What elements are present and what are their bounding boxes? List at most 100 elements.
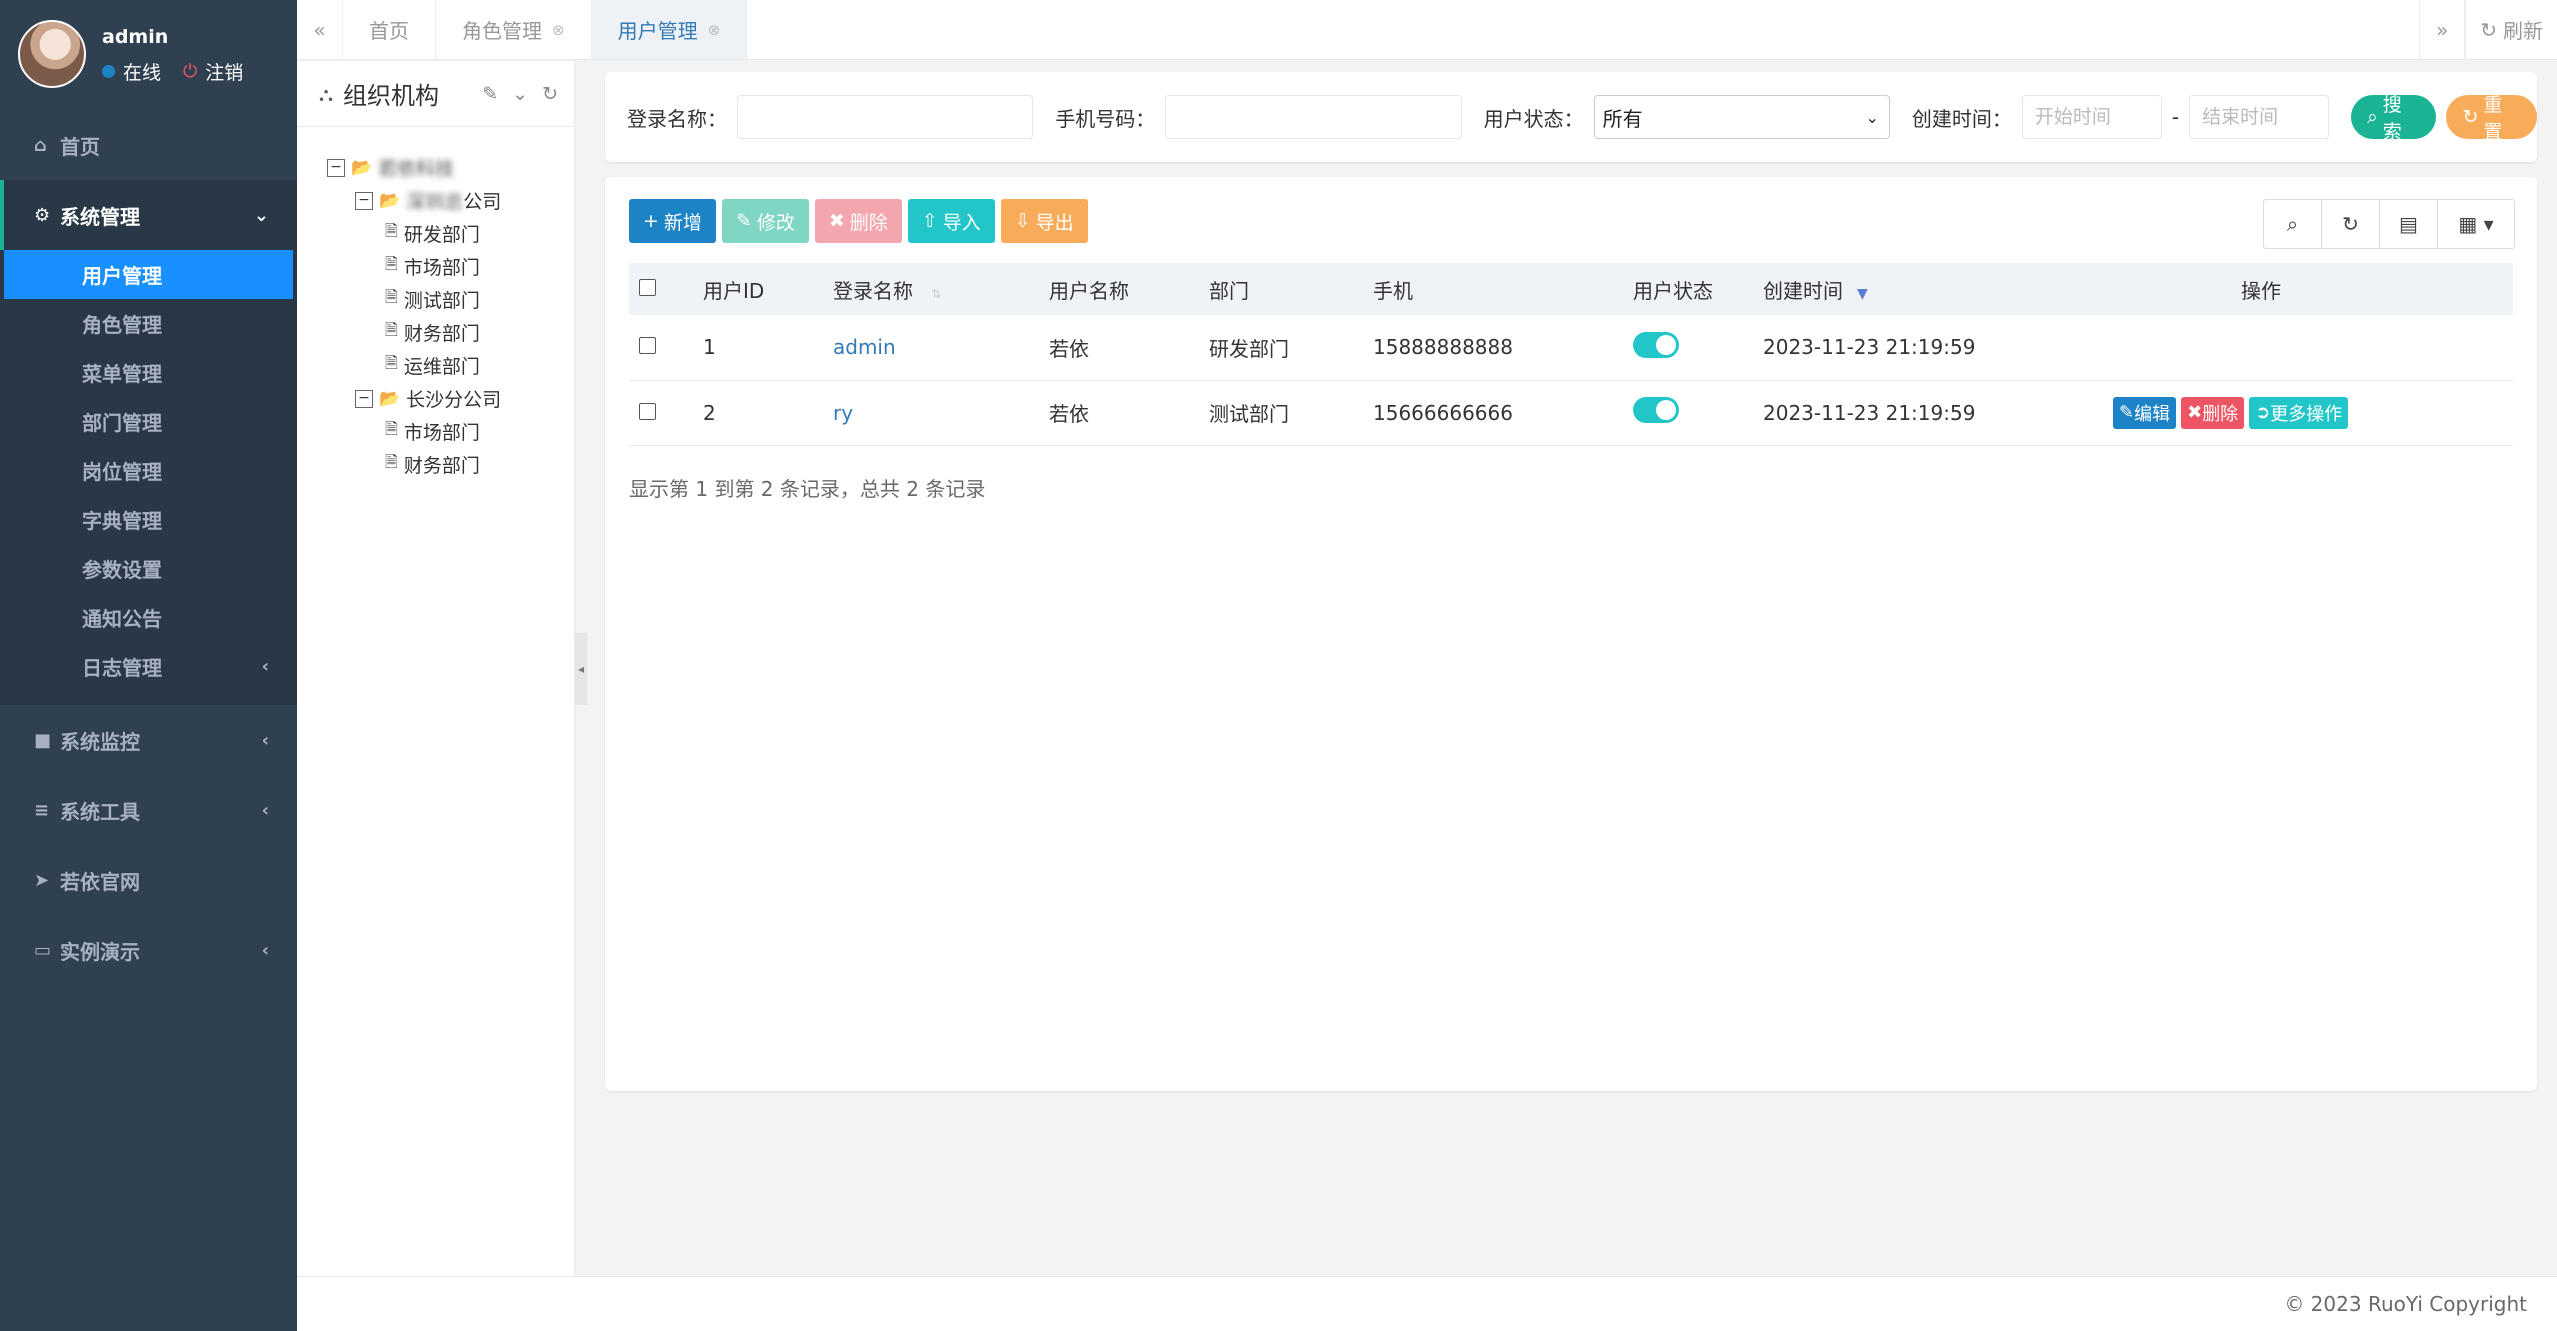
nav-system-monitor-label: 系统监控 (60, 729, 140, 754)
search-form: 登录名称： 手机号码： 用户状态： 所有 ⌄ 创建时间： - ⌕ 搜索 ↻ 重置 (605, 72, 2538, 162)
sidebar-item-dict-management[interactable]: 字典管理 (0, 495, 297, 544)
sidebar-item-user-management[interactable]: 用户管理 (4, 250, 293, 299)
tree-node[interactable]: 🗎 财务部门 (327, 448, 501, 481)
tree-node[interactable]: 🗎 财务部门 (327, 316, 501, 349)
tab-user-management-label: 用户管理 (617, 19, 698, 43)
select-all-checkbox[interactable] (639, 279, 656, 296)
file-icon: 🗎 (385, 254, 398, 273)
tree-node[interactable]: − 📂 若依科技 (327, 151, 501, 184)
logout-link[interactable]: 注销 (205, 58, 243, 85)
edit-button-label: 修改 (756, 211, 795, 234)
range-separator: - (2171, 105, 2180, 129)
nav-ruoyi-website[interactable]: ➤ 若依官网 (0, 845, 297, 915)
pagination-info: 显示第 1 到第 2 条记录，总共 2 条记录 (629, 477, 986, 501)
tab-scroll-right-icon[interactable]: » (2419, 0, 2466, 59)
collapse-icon[interactable]: − (355, 191, 373, 210)
sidebar-item-post-management[interactable]: 岗位管理 (0, 446, 297, 495)
refresh-icon[interactable]: ↻ (542, 83, 558, 105)
tree-collapse-handle[interactable]: ◂ (575, 633, 587, 705)
nav-system-management[interactable]: ⚙ 系统管理 ⌄ (0, 180, 297, 250)
tree-node-label: 运维部门 (403, 356, 480, 378)
nav-home[interactable]: ⌂ 首页 (0, 110, 297, 180)
reset-button[interactable]: ↻ 重置 (2446, 94, 2538, 143)
search-button[interactable]: ⌕ 搜索 (2351, 94, 2437, 143)
edit-icon[interactable]: ✎ (482, 83, 498, 105)
col-user-name: 用户名称 (1049, 278, 1129, 303)
refresh-icon: ↻ (2462, 106, 2479, 128)
status-toggle[interactable] (1633, 331, 1679, 358)
tab-role-management[interactable]: 角色管理 ⊗ (436, 0, 592, 59)
phone-input[interactable] (1165, 95, 1462, 139)
chevron-down-icon[interactable]: ⌄ (512, 83, 528, 105)
collapse-icon[interactable]: − (327, 158, 345, 177)
tree-node-label: 市场部门 (403, 422, 480, 444)
cell-created-time: 2023-11-23 21:19:59 (1753, 380, 1999, 446)
tree-node-label: 深圳总公司 (406, 187, 501, 214)
sidebar-item-role-management[interactable]: 角色管理 (0, 299, 297, 348)
tree-node[interactable]: 🗎 市场部门 (327, 250, 501, 283)
sidebar-item-config[interactable]: 参数设置 (0, 544, 297, 593)
tab-scroll-left-icon[interactable]: « (297, 0, 343, 59)
sidebar-item-menu-management[interactable]: 菜单管理 (0, 348, 297, 397)
toggle-view-icon[interactable]: ▤ (2380, 200, 2438, 248)
edit-button[interactable]: ✎ 修改 (721, 199, 809, 243)
import-button[interactable]: ⇧ 导入 (907, 199, 995, 243)
folder-open-icon: 📂 (379, 388, 401, 409)
close-icon[interactable]: ⊗ (708, 21, 721, 39)
sidebar-item-notice[interactable]: 通知公告 (0, 593, 297, 642)
status-select[interactable]: 所有 ⌄ (1593, 95, 1890, 139)
online-status: 在线 (123, 62, 162, 84)
nav-system-tools-label: 系统工具 (60, 799, 140, 824)
close-icon[interactable]: ⊗ (552, 21, 565, 39)
row-delete-button[interactable]: ✖ 删除 (2181, 396, 2245, 429)
tree-node[interactable]: − 📂 深圳总公司 (327, 184, 501, 217)
remove-icon: ✖ (2187, 402, 2203, 423)
tab-home[interactable]: 首页 (343, 0, 436, 59)
tree-node[interactable]: 🗎 研发部门 (327, 217, 501, 250)
refresh-tab-button[interactable]: ↻ 刷新 (2465, 0, 2557, 59)
logout-icon[interactable]: ⏻ (183, 61, 197, 82)
tree-node[interactable]: 🗎 运维部门 (327, 349, 501, 382)
row-checkbox[interactable] (639, 402, 656, 420)
delete-button[interactable]: ✖ 删除 (814, 199, 902, 243)
nav-system-tools[interactable]: ≡ 系统工具 ‹ (0, 775, 297, 845)
avatar[interactable] (18, 20, 86, 88)
toggle-search-icon[interactable]: ⌕ (2264, 200, 2322, 248)
chevron-left-icon: ‹ (261, 729, 269, 751)
col-login-name[interactable]: 登录名称 ⇅ (823, 263, 1039, 315)
cell-login-name: admin (823, 315, 1039, 381)
row-edit-label: 编辑 (2134, 403, 2171, 425)
login-name-input[interactable] (737, 95, 1034, 139)
row-more-button[interactable]: ➲ 更多操作 (2249, 396, 2349, 429)
login-name-label: 登录名称： (627, 106, 727, 131)
nav-demo[interactable]: ▭ 实例演示 ‹ (0, 915, 297, 985)
refresh-icon[interactable]: ↻ (2322, 200, 2380, 248)
col-user-id[interactable]: 用户ID (693, 263, 823, 315)
login-name-link[interactable]: ry (833, 401, 853, 425)
cell-phone: 15666666666 (1363, 380, 1623, 446)
col-created-time[interactable]: 创建时间 ▼ (1753, 263, 1999, 315)
cell-status (1623, 380, 1753, 446)
sort-desc-icon: ▼ (1857, 285, 1868, 302)
cell-status (1623, 315, 1753, 381)
row-edit-button[interactable]: ✎ 编辑 (2113, 396, 2177, 429)
end-time-input[interactable] (2189, 95, 2330, 139)
cell-phone: 15888888888 (1363, 315, 1623, 381)
nav-system-monitor[interactable]: ■ 系统监控 ‹ (0, 705, 297, 775)
chevron-left-icon: ‹ (261, 799, 269, 821)
export-button-label: 导出 (1035, 211, 1074, 234)
tab-user-management[interactable]: 用户管理 ⊗ (591, 0, 748, 59)
sidebar-item-log-management[interactable]: 日志管理 ‹ (0, 642, 297, 691)
tree-node[interactable]: 🗎 测试部门 (327, 283, 501, 316)
start-time-input[interactable] (2021, 95, 2162, 139)
tree-node[interactable]: 🗎 市场部门 (327, 415, 501, 448)
export-button[interactable]: ⇩ 导出 (1000, 199, 1088, 243)
tree-node[interactable]: − 📂 长沙分公司 (327, 382, 501, 415)
add-button[interactable]: + 新增 (629, 199, 716, 243)
collapse-icon[interactable]: − (355, 389, 373, 408)
status-toggle[interactable] (1633, 397, 1679, 423)
columns-icon[interactable]: ▦ ▾ (2438, 200, 2514, 248)
login-name-link[interactable]: admin (833, 335, 896, 359)
sidebar-item-dept-management[interactable]: 部门管理 (0, 397, 297, 446)
row-checkbox[interactable] (639, 337, 656, 355)
